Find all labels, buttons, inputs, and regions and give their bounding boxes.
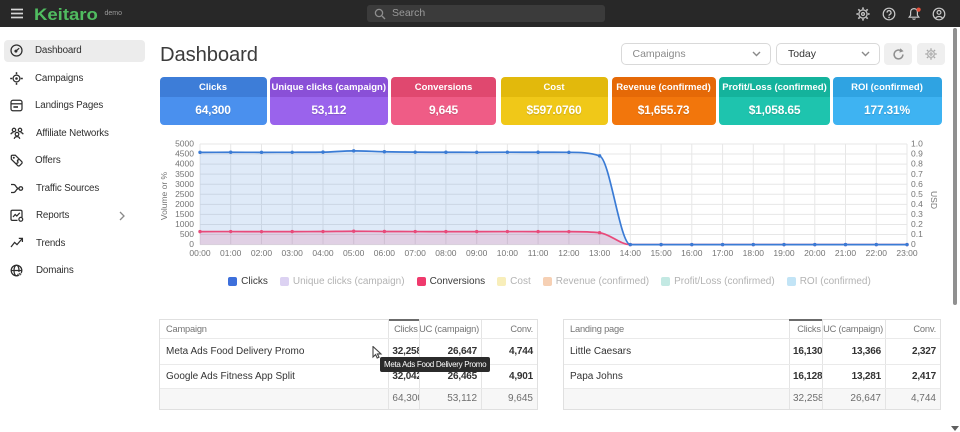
svg-text:14:00: 14:00 <box>620 248 642 258</box>
svg-text:3500: 3500 <box>175 169 194 179</box>
svg-text:01:00: 01:00 <box>220 248 242 258</box>
svg-text:15:00: 15:00 <box>650 248 672 258</box>
svg-text:08:00: 08:00 <box>435 248 457 258</box>
svg-text:4500: 4500 <box>175 149 194 159</box>
svg-text:500: 500 <box>180 229 194 239</box>
svg-text:16:00: 16:00 <box>681 248 703 258</box>
svg-text:0.7: 0.7 <box>911 169 923 179</box>
svg-text:0.4: 0.4 <box>911 199 923 209</box>
svg-text:1500: 1500 <box>175 209 194 219</box>
svg-text:0.9: 0.9 <box>911 149 923 159</box>
svg-text:02:00: 02:00 <box>251 248 273 258</box>
svg-text:11:00: 11:00 <box>528 248 549 258</box>
svg-text:Volume or %: Volume or % <box>159 171 169 220</box>
svg-text:2000: 2000 <box>175 199 194 209</box>
svg-text:1000: 1000 <box>175 219 194 229</box>
svg-text:06:00: 06:00 <box>374 248 396 258</box>
svg-text:18:00: 18:00 <box>743 248 765 258</box>
svg-text:09:00: 09:00 <box>466 248 488 258</box>
svg-text:0.8: 0.8 <box>911 159 923 169</box>
svg-text:2500: 2500 <box>175 189 194 199</box>
svg-text:12:00: 12:00 <box>558 248 580 258</box>
svg-text:0.2: 0.2 <box>911 219 923 229</box>
svg-text:03:00: 03:00 <box>282 248 304 258</box>
svg-text:17:00: 17:00 <box>712 248 734 258</box>
svg-text:0.1: 0.1 <box>911 229 923 239</box>
svg-text:20:00: 20:00 <box>804 248 826 258</box>
svg-text:0.6: 0.6 <box>911 179 923 189</box>
svg-text:04:00: 04:00 <box>312 248 334 258</box>
svg-text:07:00: 07:00 <box>405 248 427 258</box>
svg-text:4000: 4000 <box>175 159 194 169</box>
svg-text:21:00: 21:00 <box>835 248 857 258</box>
svg-text:13:00: 13:00 <box>589 248 611 258</box>
svg-text:23:00: 23:00 <box>896 248 918 258</box>
svg-text:00:00: 00:00 <box>189 248 211 258</box>
svg-text:05:00: 05:00 <box>343 248 365 258</box>
svg-text:10:00: 10:00 <box>497 248 519 258</box>
svg-text:3000: 3000 <box>175 179 194 189</box>
svg-text:1.0: 1.0 <box>911 139 923 149</box>
svg-text:19:00: 19:00 <box>773 248 795 258</box>
svg-text:USD: USD <box>929 191 939 209</box>
svg-text:22:00: 22:00 <box>866 248 888 258</box>
svg-text:5000: 5000 <box>175 139 194 149</box>
svg-text:0.5: 0.5 <box>911 189 923 199</box>
svg-text:0.3: 0.3 <box>911 209 923 219</box>
